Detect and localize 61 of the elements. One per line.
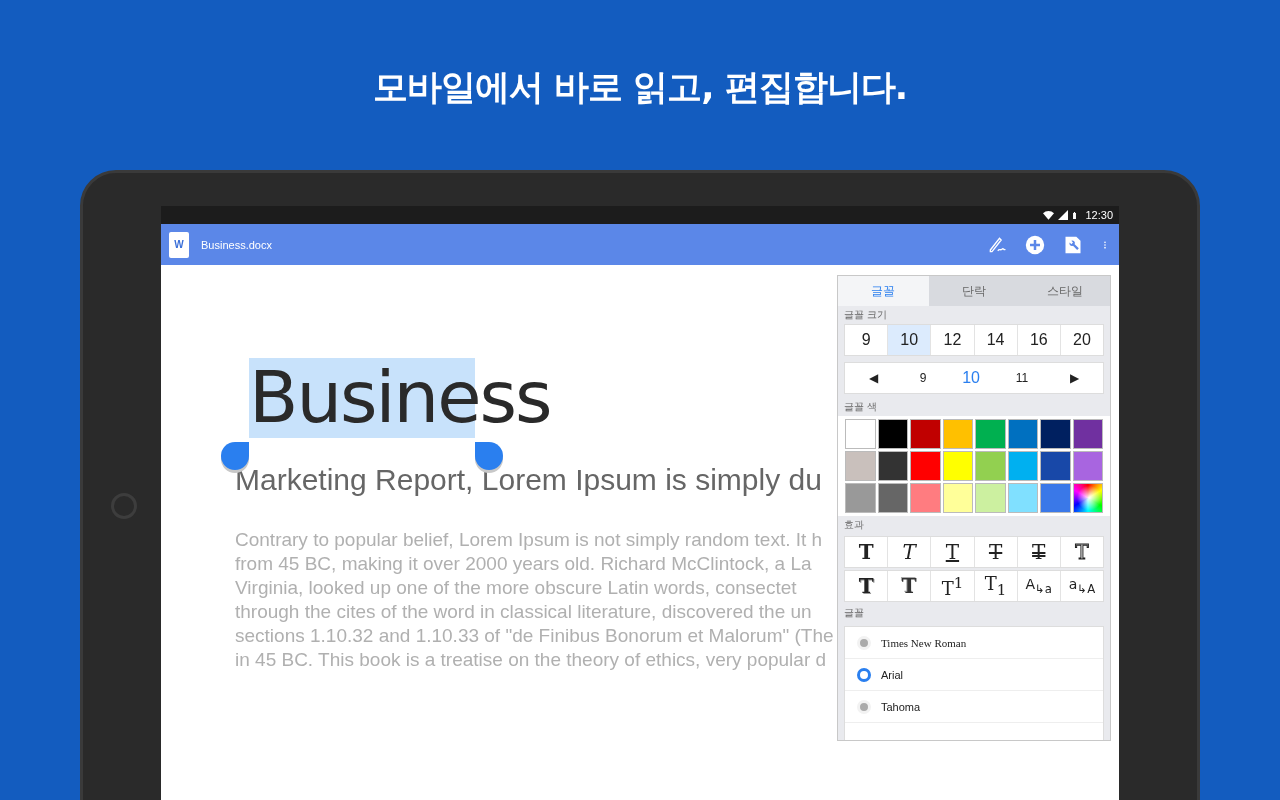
selection-handle[interactable] — [221, 442, 249, 470]
color-swatch[interactable] — [975, 419, 1006, 449]
size-value: 11 — [1015, 371, 1029, 385]
tab[interactable]: 스타일 — [1019, 276, 1110, 306]
body-text-line: sections 1.10.32 and 1.10.33 of "de Finibus Bonorum et Malorum" (The — [235, 624, 834, 648]
color-swatch[interactable] — [1007, 419, 1038, 449]
color-swatch[interactable] — [845, 451, 876, 481]
size-value: 9 — [919, 371, 927, 385]
color-swatch[interactable] — [975, 483, 1006, 513]
color-swatch[interactable] — [1007, 451, 1038, 481]
tab[interactable]: 단락 — [928, 276, 1020, 306]
color-swatch[interactable] — [910, 419, 941, 449]
color-swatch[interactable] — [942, 483, 973, 513]
body-text-line: Virginia, looked up one of the more obscure Latin words, consectet — [235, 576, 797, 600]
color-swatch[interactable] — [845, 419, 876, 449]
document-subtitle: Marketing Report, Lorem Ipsum is simply du — [235, 463, 822, 498]
color-swatch[interactable] — [910, 483, 941, 513]
add-icon[interactable] — [1025, 234, 1045, 255]
body-text-line: Contrary to popular belief, Lorem Ipsum is not simply random text. It h — [235, 528, 823, 552]
color-swatch[interactable] — [1040, 419, 1071, 449]
color-swatch[interactable] — [877, 419, 908, 449]
body-text-line: through the cites of the word in classical literature, discovered the un — [235, 600, 812, 624]
font-list-item[interactable]: Tahoma — [845, 691, 1103, 723]
color-swatch[interactable] — [1072, 451, 1103, 481]
color-swatch[interactable] — [877, 451, 908, 481]
body-text-line: in 45 BC. This book is a treatise on the theory of ethics, very popular d — [235, 648, 827, 672]
body-text-line: from 45 BC, making it over 2000 years old. Richard McClintock, a La — [235, 552, 812, 576]
color-swatch[interactable] — [1040, 483, 1071, 513]
document-title: Business.docx — [201, 238, 272, 251]
color-swatch[interactable] — [942, 419, 973, 449]
battery-icon — [1071, 209, 1079, 221]
color-swatch[interactable] — [975, 451, 1006, 481]
color-picker[interactable] — [1072, 483, 1103, 513]
section-label: 글꼴 크기 — [843, 308, 889, 322]
font-name: Tahoma — [881, 700, 921, 713]
selection-handle[interactable] — [475, 442, 504, 470]
font-list-item[interactable]: Arial — [845, 659, 1103, 691]
font-size-option[interactable]: 10 — [888, 325, 932, 355]
color-swatch[interactable] — [1040, 451, 1071, 481]
wrench-document-icon[interactable] — [1063, 234, 1083, 255]
pen-icon[interactable] — [987, 234, 1007, 255]
document-badge: W — [169, 231, 189, 258]
font-name: Times New Roman — [881, 636, 967, 649]
current-size: 10 — [962, 369, 980, 387]
section-label: 효과 — [843, 518, 865, 532]
section-label: 글꼴 — [843, 606, 865, 620]
color-swatch[interactable] — [910, 451, 941, 481]
color-swatch[interactable] — [877, 483, 908, 513]
wifi-icon — [1042, 209, 1056, 221]
clock-time: 12:30 — [1085, 209, 1113, 221]
radio-button[interactable] — [857, 667, 871, 682]
section-label: 글꼴 색 — [843, 400, 879, 414]
color-swatch[interactable] — [845, 483, 876, 513]
font-list-item[interactable]: Times New Roman — [845, 627, 1103, 659]
color-swatch[interactable] — [1072, 419, 1103, 449]
tab[interactable]: 글꼴 — [838, 276, 929, 306]
color-swatch[interactable] — [942, 451, 973, 481]
signal-icon — [1058, 210, 1069, 220]
headline: 모바일에서 바로 읽고, 편집합니다. — [372, 66, 908, 109]
color-swatch[interactable] — [1007, 483, 1038, 513]
font-name: Arial — [881, 668, 903, 681]
